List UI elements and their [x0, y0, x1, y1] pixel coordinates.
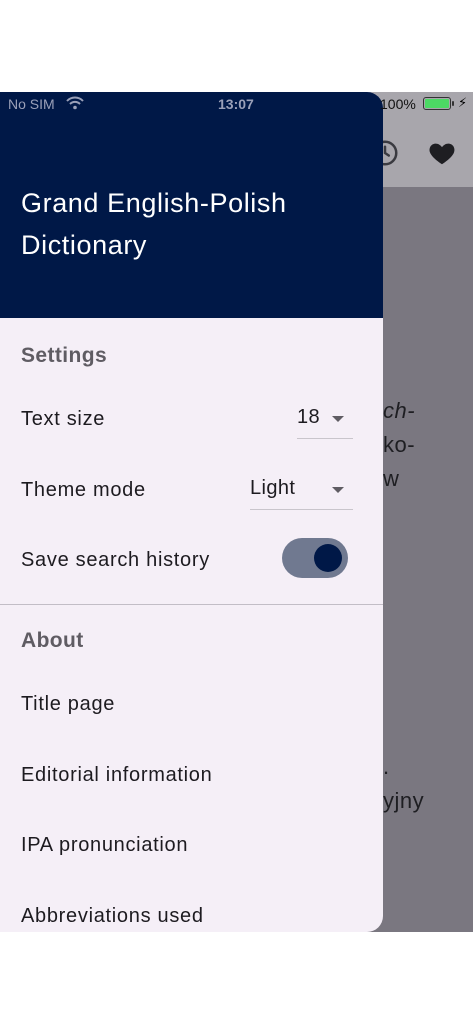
settings-section-title: Settings [21, 344, 108, 367]
text-size-value: 18 [297, 406, 321, 428]
about-section-title: About [21, 629, 84, 652]
clock: 13:07 [218, 96, 254, 112]
save-history-switch[interactable] [282, 538, 348, 578]
drawer-title: Grand English-Polish Dictionary [21, 188, 287, 260]
battery-icon [423, 97, 454, 110]
wifi-icon [66, 96, 84, 110]
save-history-label: Save search history [21, 549, 210, 571]
theme-mode-dropdown[interactable]: Light [250, 471, 353, 510]
menu-item-editorial-information[interactable]: Editorial information [21, 764, 212, 787]
menu-item-abbreviations-used[interactable]: Abbreviations used [21, 905, 204, 928]
chevron-down-icon [332, 416, 344, 422]
drawer-header: Grand English-Polish Dictionary [0, 92, 383, 318]
menu-item-title-page[interactable]: Title page [21, 693, 115, 716]
chevron-down-icon [332, 487, 344, 493]
theme-mode-label: Theme mode [21, 479, 146, 501]
switch-thumb [314, 544, 342, 572]
text-size-dropdown[interactable]: 18 [297, 400, 353, 439]
text-size-label: Text size [21, 408, 106, 430]
menu-item-ipa-pronunciation[interactable]: IPA pronunciation [21, 834, 188, 857]
carrier-label: No SIM [8, 96, 55, 112]
status-bar: No SIM 13:07 100% ⚡ [0, 92, 473, 118]
app-screen: ch- ko- w . yjny Grand English-Polish Di… [0, 92, 473, 932]
charging-bolt-icon: ⚡ [458, 95, 468, 110]
battery-percentage: 100% [380, 96, 416, 112]
theme-mode-value: Light [250, 477, 296, 499]
navigation-drawer: Grand English-Polish Dictionary Settings… [0, 92, 383, 932]
section-divider [0, 604, 383, 605]
